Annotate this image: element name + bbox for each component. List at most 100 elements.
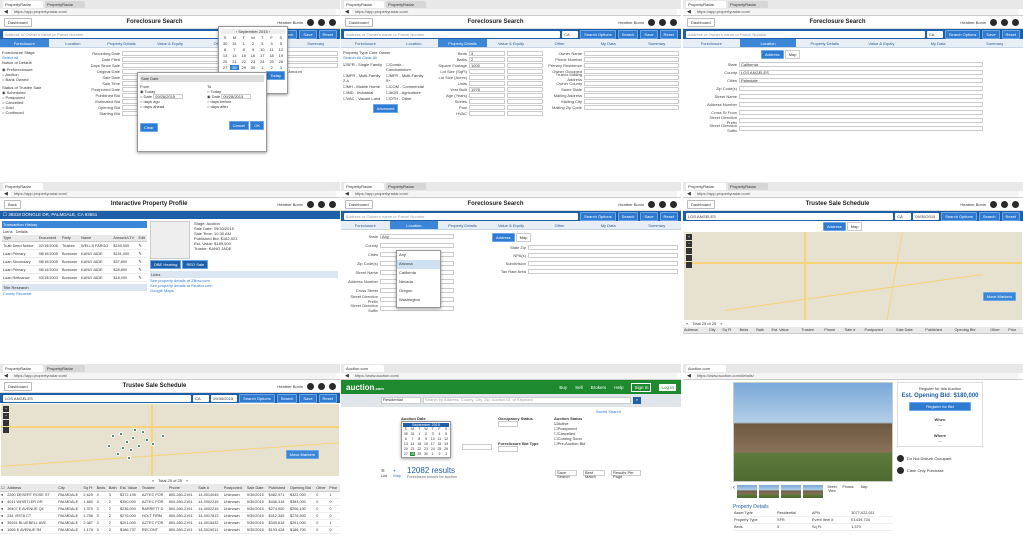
settings-icon[interactable] [318,200,325,208]
list-view-icon[interactable]: ☰ List [381,468,387,478]
zoom-out-icon[interactable]: − [686,241,692,247]
location-input[interactable] [528,252,678,258]
calendar-day[interactable]: 19 [277,53,285,58]
property-type-option[interactable]: ☐IND - Industrial [343,90,385,95]
column-header[interactable]: Beds [95,484,108,492]
search-button[interactable]: Search [617,29,639,39]
checkbox-icon[interactable]: ☐ [3,212,7,217]
calendar-day[interactable]: 3 [258,41,266,46]
calendar-day[interactable]: 6 [221,47,229,52]
cancel-button[interactable]: Cancel [228,121,250,130]
column-header[interactable]: Prior [328,484,340,492]
help-icon[interactable] [648,18,655,26]
search-options-button[interactable]: Search Options [941,211,977,221]
thumbnail[interactable] [737,485,757,498]
address-subtab[interactable]: Address [492,233,515,242]
table-row[interactable]: ● 4011 WHISTLER DR PALMDALE 1,680 3 2 $350,000… [0,498,340,506]
edit-icon[interactable]: ✎ [137,265,147,274]
calendar-day[interactable]: 28 [230,65,239,70]
column-header[interactable]: Sale Date [895,327,925,334]
user-icon[interactable] [1012,18,1019,26]
dashboard-button[interactable]: Dashboard [687,17,715,27]
property-type-option[interactable]: ☐MFR - Multi-Family 5+ [386,73,428,83]
search-options-button[interactable]: Search Options [944,29,981,39]
location-input[interactable]: California [739,61,983,67]
photos-button[interactable]: Photos [841,485,855,498]
radio-icon[interactable]: ○ [140,104,142,109]
help-icon[interactable] [990,18,997,26]
reset-button[interactable]: Reset [659,211,678,221]
column-header[interactable]: Address [6,484,58,492]
search-options-button[interactable]: Search Options [580,211,616,221]
category-select[interactable]: Residential [381,397,421,404]
column-header[interactable]: City [57,484,83,492]
location-input[interactable] [528,268,678,274]
sort-select[interactable]: Best Match [583,469,605,478]
calendar-day[interactable]: 2 [423,432,429,436]
map-subtab[interactable]: Map [515,233,532,242]
calendar-day[interactable]: 13 [221,53,229,58]
move-markers-button[interactable]: Move Markers [982,292,1016,301]
location-input[interactable] [739,117,983,123]
location-input[interactable]: Palmdale [739,77,983,83]
user-icon[interactable] [329,382,336,390]
search-input[interactable]: Address or Owner's name or Parcel Number [344,30,561,38]
column-header[interactable]: Phone [823,327,844,334]
range-min-input[interactable] [469,92,505,98]
log-in-button[interactable]: Log In [659,383,676,391]
radio-icon[interactable]: ○ [207,104,209,109]
property-type-option[interactable]: ☐AGR - Agriculture [386,90,428,95]
location-input[interactable] [528,244,678,250]
back-icon[interactable]: ◀ [4,191,8,197]
back-icon[interactable]: ◀ [345,191,349,197]
google-maps-link[interactable]: Google Maps [150,288,338,293]
column-header[interactable]: Sale # [843,327,864,334]
location-input[interactable] [528,260,678,266]
column-header[interactable]: Postponed [222,484,246,492]
location-input[interactable] [739,85,983,91]
calendar-day[interactable]: 2 [267,65,275,70]
calendar-day[interactable]: 13 [403,442,409,446]
calendar-day[interactable]: 3 [430,432,436,436]
zoom-out-icon[interactable]: − [3,413,9,419]
select-tool-icon[interactable] [3,427,9,433]
calendar-day[interactable]: 1 [416,432,422,436]
tab-summary[interactable]: Summary [632,221,681,229]
calendar-day[interactable]: 11 [437,437,443,441]
tab-foreclosure[interactable]: Foreclosure [683,39,740,47]
back-icon[interactable]: ◀ [345,373,349,379]
calendar-day[interactable]: 31 [410,432,416,436]
table-row[interactable]: ● 2260 DESERT ROSE ST PALMDALE 2,625 4 3 $372,… [0,491,340,499]
column-header[interactable]: Bath [107,484,120,492]
calendar-day[interactable]: 25 [437,447,443,451]
map-view[interactable]: + − Move Markers [684,232,1022,320]
street-view-button[interactable]: Street View [825,485,839,498]
calendar-day[interactable]: 18 [437,442,443,446]
dashboard-button[interactable]: Dashboard [4,381,32,391]
dashboard-button[interactable]: Dashboard [687,199,715,209]
column-header[interactable]: Prior [1007,327,1023,334]
thumbnail[interactable] [803,485,823,498]
range-min-input[interactable] [469,80,505,86]
url-field[interactable]: https://app.propertyradar.com/ [10,191,336,197]
url-field[interactable]: https://app.propertyradar.com/ [351,9,677,15]
help-icon[interactable] [990,200,997,208]
range-min-input[interactable] [469,98,505,104]
column-header[interactable]: Phone [167,484,198,492]
url-field[interactable]: https://app.propertyradar.com/ [10,9,336,15]
browser-tab[interactable]: PropertyRadar [686,183,726,190]
nav-sell[interactable]: Sell [575,385,583,390]
browser-tab[interactable]: Auction.com [686,365,726,372]
back-icon[interactable]: ◀ [687,191,691,197]
county-input[interactable]: LOS ANGELES [3,394,192,402]
select-tool-icon[interactable] [686,255,692,261]
column-header[interactable]: Bath [755,327,771,334]
state-select[interactable]: Any [380,233,454,239]
tab-location[interactable]: Location [739,39,797,47]
range-min-input[interactable] [469,110,505,116]
column-header[interactable]: Beds [738,327,756,334]
sale-date-input[interactable]: 09/30/2015 [211,394,238,402]
tab-value-equity[interactable]: Value & Equity [487,221,536,229]
tab-location[interactable]: Location [390,39,439,47]
range-max-input[interactable] [507,56,543,62]
